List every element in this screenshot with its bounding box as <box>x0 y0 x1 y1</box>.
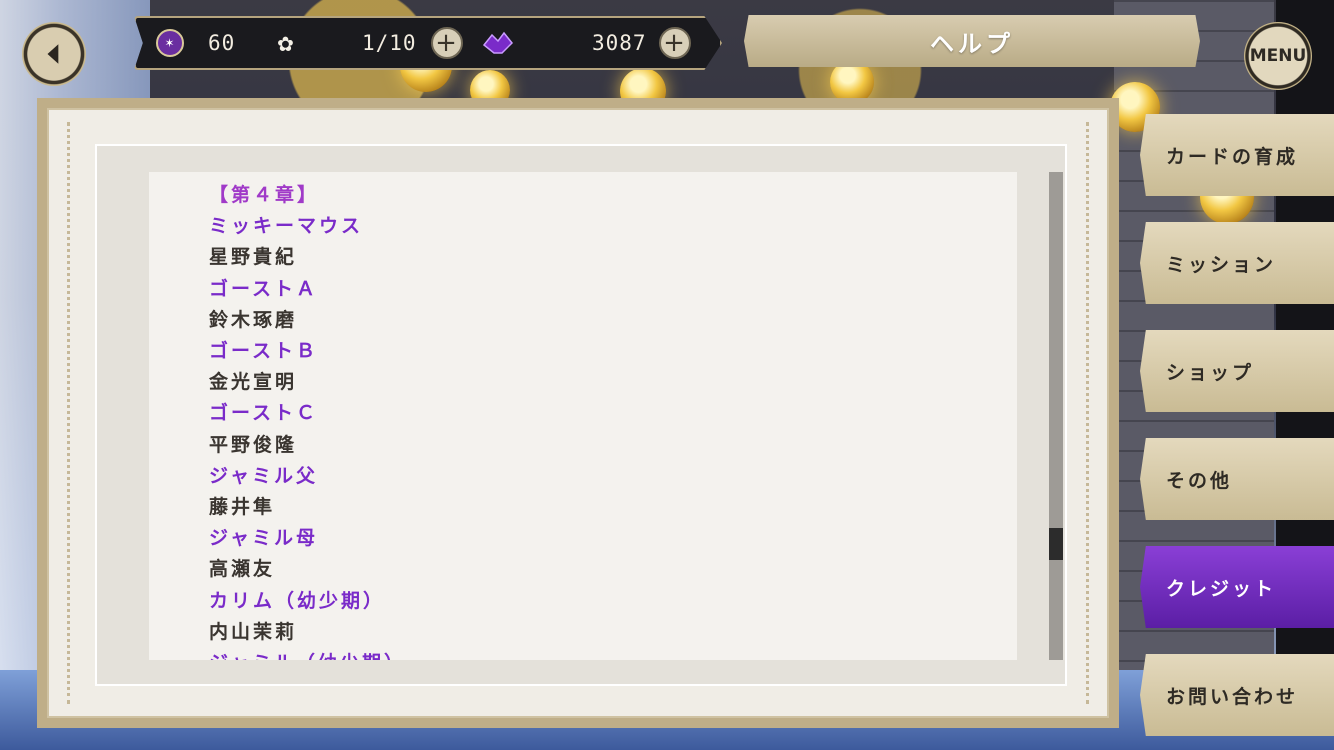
tab-2[interactable]: ミッション <box>1140 222 1334 304</box>
panel-inner: 【第４章】ミッキーマウス 星野貴紀ゴーストＡ 鈴木琢磨ゴーストＢ 金光宣明ゴーストＣ 平… <box>47 108 1109 718</box>
credit-role: ジャミル父 <box>209 464 319 487</box>
gem-counter: 3087 + <box>480 18 691 68</box>
menu-button[interactable]: MENU <box>1244 22 1312 90</box>
coin-value: 60 <box>208 31 236 55</box>
credit-voice-actor: 高瀬友 <box>209 558 276 581</box>
credits-frame: 【第４章】ミッキーマウス 星野貴紀ゴーストＡ 鈴木琢磨ゴーストＢ 金光宣明ゴーストＣ 平… <box>95 144 1067 686</box>
flower-icon: ✿ <box>277 28 295 58</box>
credits-list[interactable]: 【第４章】ミッキーマウス 星野貴紀ゴーストＡ 鈴木琢磨ゴーストＢ 金光宣明ゴーストＣ 平… <box>149 172 1017 660</box>
credit-role: ゴーストＣ <box>209 402 319 425</box>
credit-voice-actor: 内山茉莉 <box>209 620 298 643</box>
credit-voice-actor: 金光宣明 <box>209 371 298 394</box>
scrollbar[interactable] <box>1049 172 1063 660</box>
credit-voice-actor: 星野貴紀 <box>209 246 298 269</box>
credits-panel: 【第４章】ミッキーマウス 星野貴紀ゴーストＡ 鈴木琢磨ゴーストＢ 金光宣明ゴーストＣ 平… <box>37 98 1119 728</box>
arrow-left-icon <box>47 44 59 64</box>
tab-1[interactable]: カードの育成 <box>1140 114 1334 196</box>
credit-role: カリム（幼少期） <box>209 589 386 612</box>
credit-voice-actor: 藤井隼 <box>209 496 276 518</box>
credit-role: ジャミル母 <box>209 527 319 550</box>
credit-chapter-heading: 【第４章】 <box>209 184 320 206</box>
credit-voice-actor: 平野俊隆 <box>209 433 298 456</box>
tab-4[interactable]: その他 <box>1140 438 1334 520</box>
magic-coin-icon: ✶ <box>156 29 184 57</box>
credit-role: ミッキーマウス <box>209 215 364 238</box>
resource-bar: ✶ 60 ✿ 1/10 + 3087 + <box>134 16 722 70</box>
add-stamina-button[interactable]: + <box>430 27 463 59</box>
tab-6[interactable]: お問い合わせ <box>1140 654 1334 736</box>
add-gems-button[interactable]: + <box>658 27 691 59</box>
credit-voice-actor: 鈴木琢磨 <box>209 308 298 331</box>
credit-role: ジャミル（幼少期） <box>209 648 406 660</box>
tab-3[interactable]: ショップ <box>1140 330 1334 412</box>
credit-role: ゴーストＡ <box>209 277 319 300</box>
scrollbar-thumb[interactable] <box>1049 528 1063 560</box>
tab-5[interactable]: クレジット <box>1140 546 1334 628</box>
coin-counter: ✶ 60 <box>156 18 235 68</box>
back-button[interactable] <box>22 22 86 86</box>
gem-value: 3087 <box>592 31 647 55</box>
stamina-value: 1/10 <box>362 31 417 55</box>
stamina-counter: ✿ 1/10 + <box>272 18 463 68</box>
gem-icon <box>480 28 516 58</box>
credit-role: ゴーストＢ <box>209 340 319 362</box>
page-title: ヘルプ <box>744 15 1200 67</box>
